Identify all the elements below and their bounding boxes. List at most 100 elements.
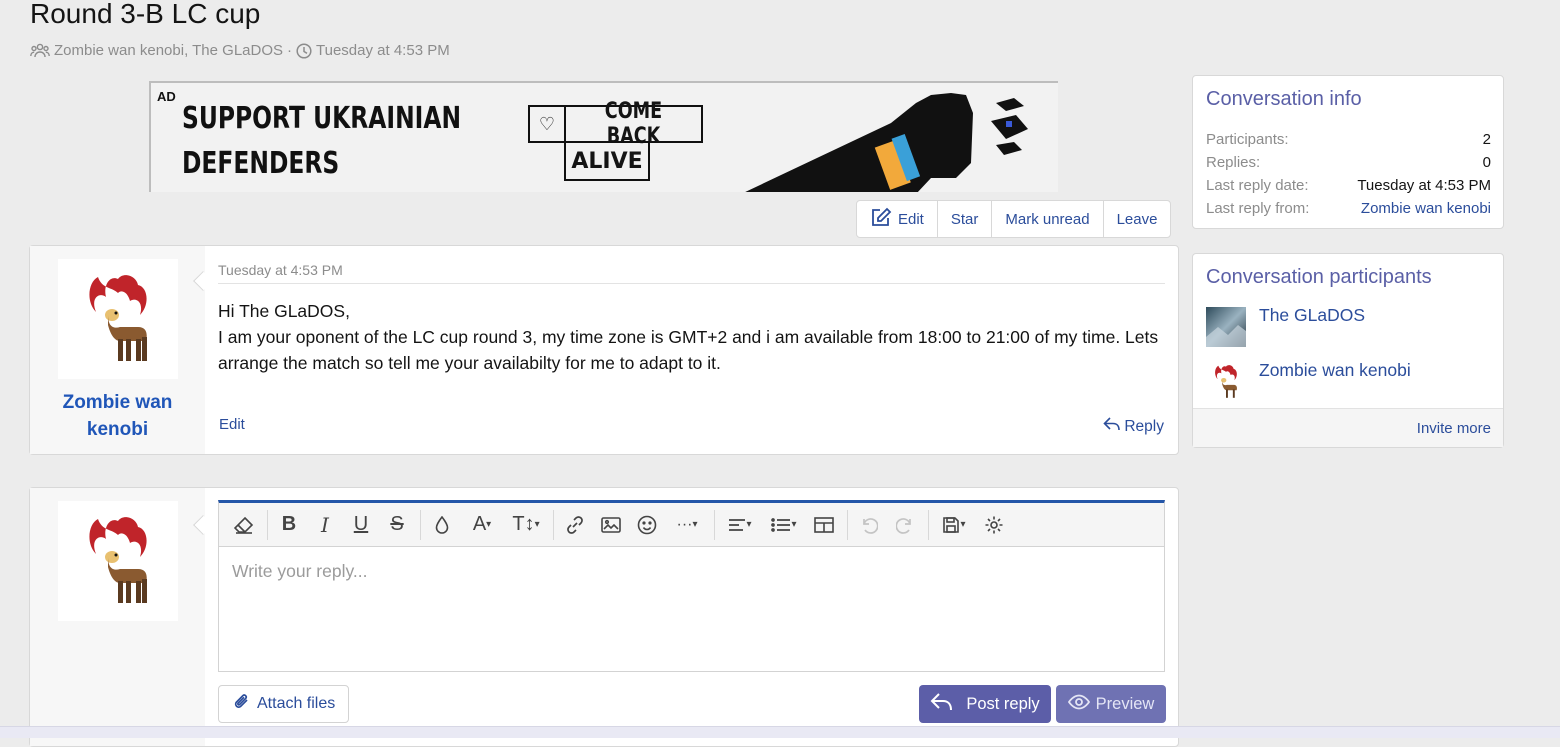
- info-row-last-reply-date: Last reply date: Tuesday at 4:53 PM: [1206, 177, 1491, 200]
- strikethrough-icon[interactable]: S: [382, 510, 412, 540]
- clear-formatting-icon[interactable]: [229, 510, 259, 540]
- preview-button[interactable]: Preview: [1056, 685, 1166, 723]
- participant-name[interactable]: Zombie wan kenobi: [1259, 360, 1411, 381]
- info-value: 2: [1482, 131, 1491, 148]
- meta-separator: ·: [287, 42, 293, 59]
- last-reply-user-link[interactable]: Zombie wan kenobi: [1361, 200, 1491, 223]
- message-post: Zombie wan kenobi Tuesday at 4:53 PM Hi …: [29, 245, 1179, 455]
- ad-headline-2: DEFENDERS: [182, 146, 340, 181]
- attach-files-button[interactable]: Attach files: [218, 685, 350, 723]
- editor-toolbar: B I U S A ▾ T↕ ▾ ··· ▾ ▾ ▾ ▾: [219, 503, 1164, 547]
- conversation-date[interactable]: Tuesday at 4:53 PM: [316, 42, 450, 59]
- align-icon[interactable]: ▾: [721, 510, 759, 540]
- participants-link[interactable]: Zombie wan kenobi, The GLaDOS: [54, 42, 283, 59]
- toolbar-separator: [714, 509, 715, 540]
- info-row-last-reply-from: Last reply from: Zombie wan kenobi: [1206, 200, 1491, 223]
- sawsbuck-avatar-icon: [89, 516, 147, 603]
- ad-tag: AD: [157, 89, 176, 104]
- reply-label: Reply: [1124, 417, 1164, 435]
- logo-text-bottom: ALIVE: [564, 141, 650, 181]
- reply-user-sidebar: [30, 488, 205, 746]
- text-color-icon[interactable]: [427, 510, 457, 540]
- underline-icon[interactable]: U: [346, 510, 376, 540]
- post-author[interactable]: Zombie wan kenobi: [40, 389, 195, 443]
- eye-icon: [1067, 694, 1090, 715]
- attach-label: Attach files: [257, 695, 336, 712]
- message-greeting: Hi The GLaDOS,: [218, 301, 350, 321]
- list-icon[interactable]: ▾: [765, 510, 803, 540]
- post-reply-label: Post reply: [966, 694, 1040, 713]
- star-button[interactable]: Star: [938, 201, 993, 237]
- info-label: Participants:: [1206, 131, 1289, 148]
- conversation-participants-card: Conversation participants The GLaDOS Zom…: [1192, 253, 1504, 448]
- invite-more-link[interactable]: Invite more: [1417, 420, 1491, 437]
- ad-banner[interactable]: AD SUPPORT UKRAINIAN DEFENDERS ♡ COME BA…: [149, 81, 1058, 192]
- image-icon[interactable]: [596, 510, 626, 540]
- participants-title: Conversation participants: [1206, 266, 1432, 288]
- participant-item[interactable]: The GLaDOS: [1206, 305, 1365, 347]
- page-title: Round 3-B LC cup: [30, 0, 261, 29]
- post-reply-link[interactable]: Reply: [1103, 416, 1164, 437]
- info-label: Last reply from:: [1206, 200, 1310, 217]
- reply-icon: [930, 692, 954, 717]
- link-icon[interactable]: [560, 510, 590, 540]
- divider: [218, 283, 1165, 284]
- conversation-meta: Zombie wan kenobi, The GLaDOS · Tuesday …: [30, 42, 450, 59]
- smilie-icon[interactable]: [632, 510, 662, 540]
- post-edit-link[interactable]: Edit: [219, 416, 245, 433]
- heart-icon: ♡: [530, 107, 566, 141]
- drafts-icon[interactable]: ▾: [935, 510, 973, 540]
- bottom-bar: [0, 726, 1560, 738]
- avatar[interactable]: [1206, 362, 1246, 402]
- users-icon: [30, 43, 50, 59]
- info-row-participants: Participants: 2: [1206, 131, 1491, 154]
- font-family-icon[interactable]: A ▾: [463, 510, 501, 540]
- conversation-actions: Edit Star Mark unread Leave: [856, 200, 1172, 238]
- toolbar-separator: [267, 509, 268, 540]
- participant-name[interactable]: The GLaDOS: [1259, 305, 1365, 326]
- gear-icon[interactable]: [979, 510, 1009, 540]
- undo-icon[interactable]: [854, 510, 884, 540]
- edit-icon: [870, 207, 892, 231]
- ad-headline: SUPPORT UKRAINIAN: [182, 101, 462, 136]
- sawsbuck-avatar-icon: [89, 274, 147, 361]
- come-back-alive-logo: ♡ COME BACK ALIVE: [528, 99, 703, 181]
- bold-icon[interactable]: B: [274, 510, 304, 540]
- avatar[interactable]: [1206, 307, 1246, 347]
- redo-icon[interactable]: [890, 510, 920, 540]
- toolbar-separator: [928, 509, 929, 540]
- info-label: Last reply date:: [1206, 177, 1309, 194]
- italic-icon[interactable]: I: [310, 510, 340, 540]
- reply-input[interactable]: Write your reply...: [219, 547, 1164, 596]
- avatar[interactable]: [58, 259, 178, 379]
- toolbar-separator: [420, 509, 421, 540]
- mark-unread-button[interactable]: Mark unread: [992, 201, 1104, 237]
- toolbar-separator: [553, 509, 554, 540]
- rich-text-editor: B I U S A ▾ T↕ ▾ ··· ▾ ▾ ▾ ▾ Write your …: [218, 500, 1165, 672]
- leave-button[interactable]: Leave: [1104, 201, 1171, 237]
- table-icon[interactable]: [809, 510, 839, 540]
- post-date[interactable]: Tuesday at 4:53 PM: [218, 262, 343, 278]
- clock-icon: [296, 42, 312, 59]
- info-label: Replies:: [1206, 154, 1261, 171]
- conversation-info-card: Conversation info Participants: 2 Replie…: [1192, 75, 1504, 229]
- font-size-icon[interactable]: T↕ ▾: [507, 510, 545, 540]
- message-body: Hi The GLaDOS, I am your oponent of the …: [218, 298, 1163, 376]
- participants-footer: Invite more: [1193, 408, 1503, 447]
- message-user-sidebar: Zombie wan kenobi: [30, 246, 205, 454]
- info-value: Tuesday at 4:53 PM: [1357, 177, 1491, 194]
- participant-item[interactable]: Zombie wan kenobi: [1206, 360, 1411, 402]
- preview-label: Preview: [1095, 694, 1155, 713]
- more-options-icon[interactable]: ··· ▾: [668, 510, 706, 540]
- toolbar-separator: [847, 509, 848, 540]
- conversation-info-list: Participants: 2 Replies: 0 Last reply da…: [1206, 131, 1491, 223]
- edit-conversation-button[interactable]: Edit: [857, 201, 938, 237]
- reply-icon: [1103, 416, 1121, 437]
- info-row-replies: Replies: 0: [1206, 154, 1491, 177]
- edit-label: Edit: [898, 210, 924, 228]
- post-reply-button[interactable]: Post reply: [919, 685, 1051, 723]
- avatar[interactable]: [58, 501, 178, 621]
- message-text: I am your oponent of the LC cup round 3,…: [218, 327, 1159, 373]
- paperclip-icon: [232, 692, 252, 717]
- quick-reply: B I U S A ▾ T↕ ▾ ··· ▾ ▾ ▾ ▾ Write your …: [29, 487, 1179, 747]
